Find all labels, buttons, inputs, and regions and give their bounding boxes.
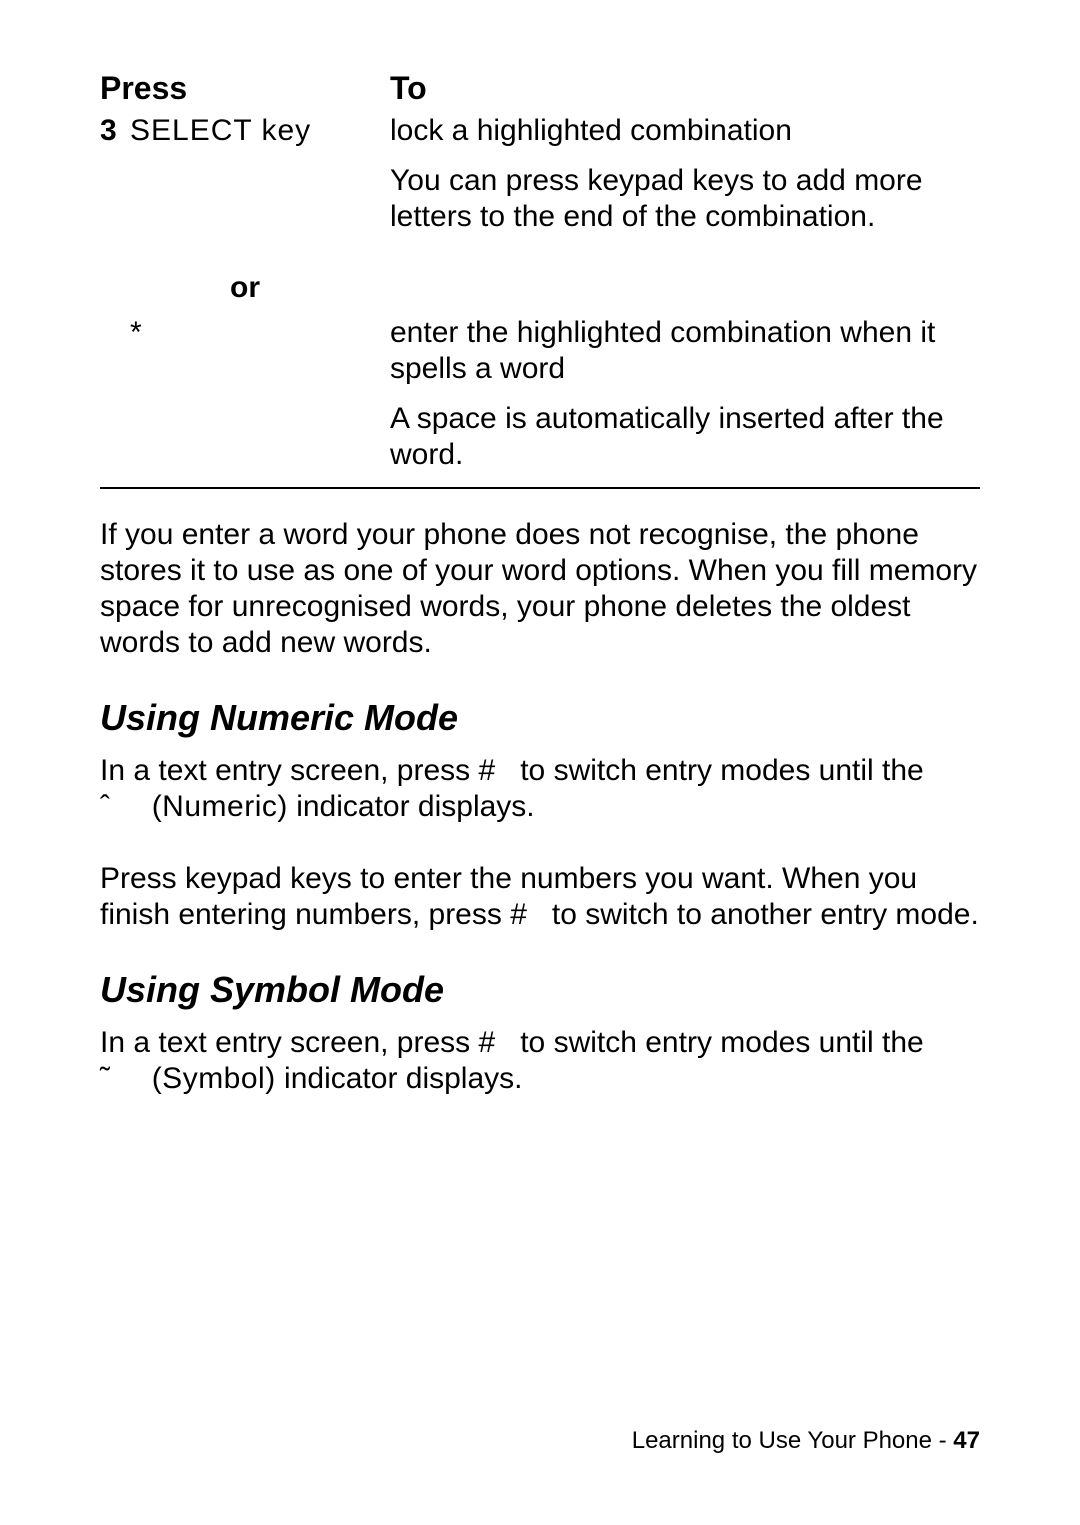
or-separator: or [100,271,390,305]
text-fragment: to switch entry modes until the [512,1026,924,1059]
to-note-text: A space is automatically inserted after … [390,401,980,473]
body-paragraph: If you enter a word your phone does not … [100,517,980,661]
heading-symbol-mode: Using Symbol Mode [100,969,980,1011]
page-footer: Learning to Use Your Phone - 47 [632,1427,980,1455]
body-paragraph: In a text entry screen, press # to switc… [100,1025,980,1097]
table-header-press: Press [100,70,390,107]
text-fragment: In a text entry screen, press [100,1026,479,1059]
table-row: 3 SELECT key lock a highlighted combinat… [100,113,980,235]
press-key-text: SELECT key [130,113,311,235]
text-fragment: indicator displays. [288,790,535,823]
footer-section-title: Learning to Use Your Phone - [632,1427,954,1454]
table-header-row: Press To [100,70,980,107]
step-number: 3 [100,113,130,235]
text-fragment: In a text entry screen, press [100,754,479,787]
heading-numeric-mode: Using Numeric Mode [100,697,980,739]
numeric-mode-icon: ˆ [100,790,110,823]
numeric-mode-label: (Numeric) [152,790,288,823]
text-fragment: to switch to another entry mode. [544,898,979,931]
body-paragraph: Press keypad keys to enter the numbers y… [100,861,980,933]
text-fragment: to switch entry modes until the [512,754,924,787]
symbol-mode-icon: ˜ [100,1062,110,1095]
section-divider [100,487,980,489]
table-row: * enter the highlighted combination when… [100,315,980,473]
symbol-mode-label: (Symbol) [152,1062,276,1095]
hash-key: # [479,1026,496,1059]
to-action-text: lock a highlighted combination [390,113,980,149]
body-paragraph: In a text entry screen, press # to switc… [100,753,980,825]
instruction-table: Press To 3 SELECT key lock a highlighted… [100,70,980,473]
page-number: 47 [953,1427,980,1454]
hash-key: # [510,898,527,931]
hash-key: # [479,754,496,787]
press-star-key: * [130,315,142,473]
step-number-empty [100,315,130,473]
to-action-text: enter the highlighted combination when i… [390,315,980,387]
table-header-to: To [390,70,427,107]
text-fragment: indicator displays. [276,1062,523,1095]
to-note-text: You can press keypad keys to add more le… [390,163,980,235]
